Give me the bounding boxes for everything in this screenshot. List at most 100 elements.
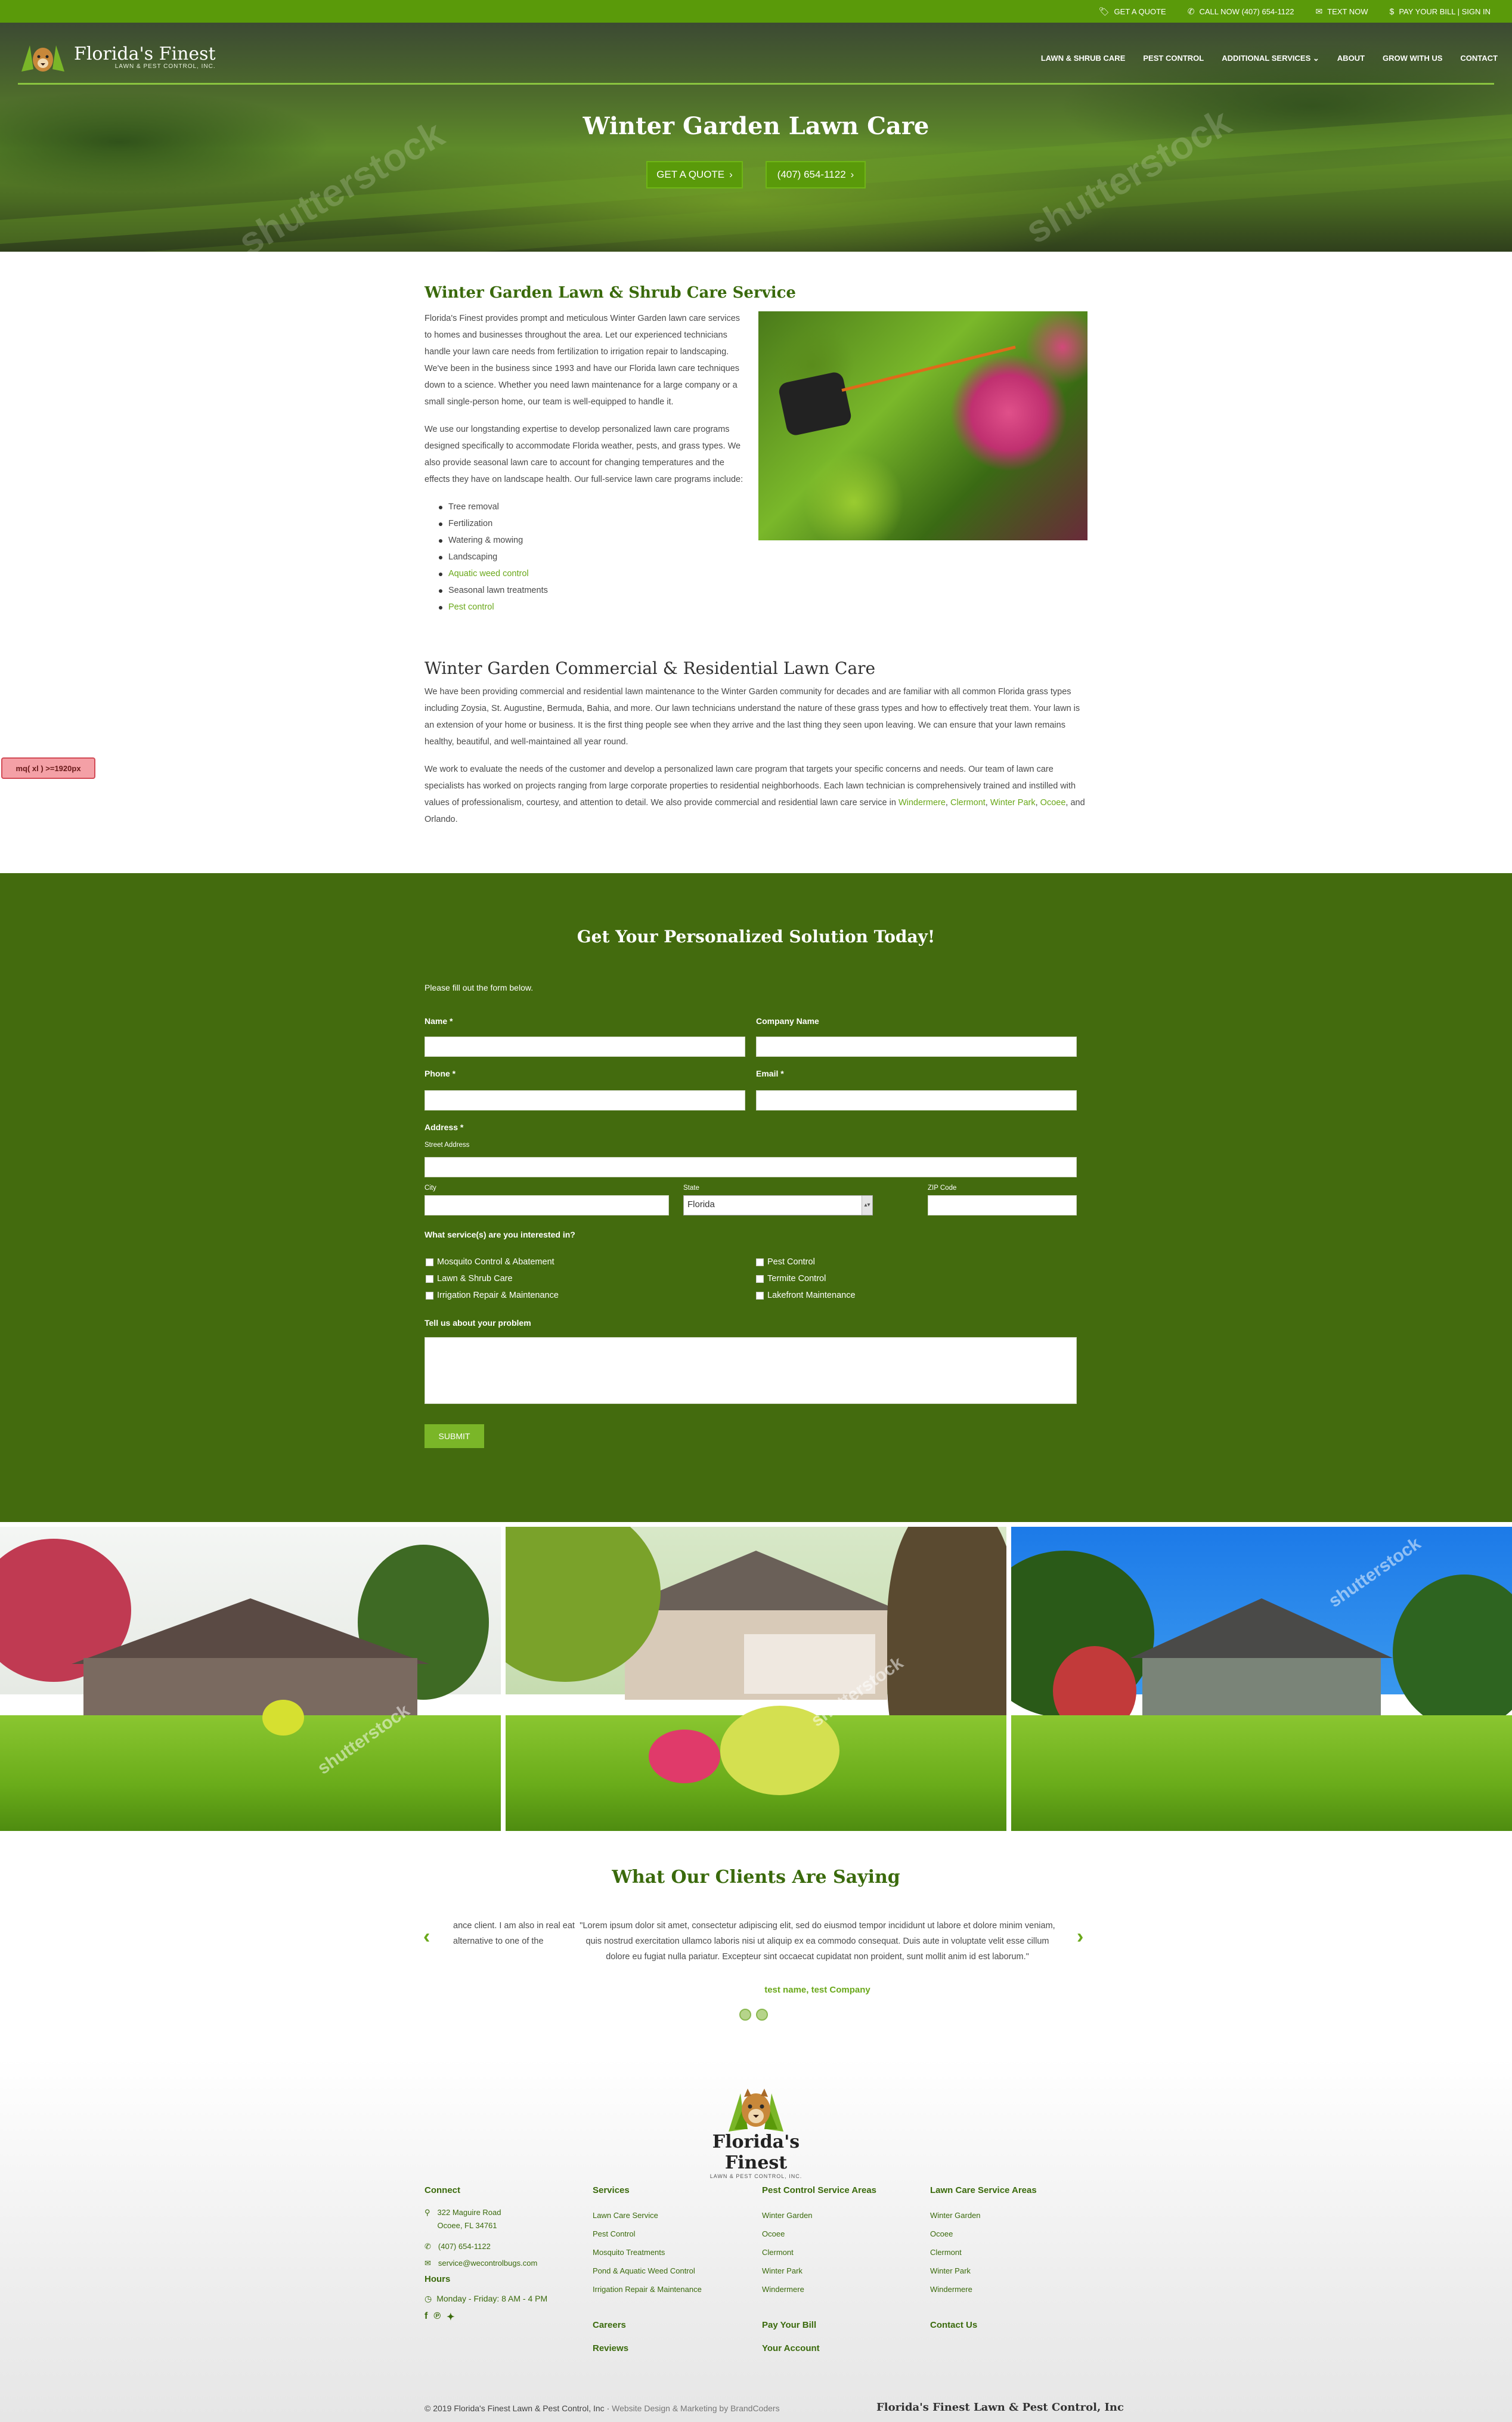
phone-field[interactable] (425, 1090, 745, 1111)
testimonial-quote: "Lorem ipsum dolor sit amet, consectetur… (580, 1921, 1055, 1962)
footer-link[interactable]: Windermere (762, 2280, 929, 2299)
site-logo[interactable]: Florida's Finest LAWN & PEST CONTROL, IN… (18, 39, 216, 75)
nav-lawn-shrub-care[interactable]: LAWN & SHRUB CARE (1041, 54, 1126, 63)
problem-textarea[interactable] (425, 1337, 1077, 1404)
footer-account-link[interactable]: Your Account (762, 2343, 929, 2353)
checkbox-irrigation[interactable]: Irrigation Repair & Maintenance (426, 1291, 559, 1300)
tag-icon: 🏷 (1098, 6, 1110, 16)
nav-contact[interactable]: CONTACT (1460, 54, 1498, 63)
credit-link[interactable]: Website Design & Marketing by BrandCoder… (612, 2404, 779, 2413)
footer-phone[interactable]: ✆ (407) 654-1122 (425, 2242, 591, 2251)
name-label: Name * (425, 1016, 453, 1026)
footer-services: Services Lawn Care Service Pest Control … (593, 2185, 760, 2353)
name-field[interactable] (425, 1037, 745, 1057)
paragraph: We use our longstanding expertise to dev… (425, 425, 743, 484)
link-clermont[interactable]: Clermont (950, 798, 986, 808)
form-title: Get Your Personalized Solution Today! (577, 927, 935, 946)
footer-link[interactable]: Pond & Aquatic Weed Control (593, 2262, 760, 2280)
footer-link[interactable]: Clermont (930, 2243, 1097, 2262)
house (1142, 1658, 1381, 1724)
checkbox[interactable] (756, 1275, 764, 1283)
hero-banner: shutterstock shutterstock Florida's Fine… (0, 23, 1512, 252)
footer-link[interactable]: Ocoee (930, 2225, 1097, 2243)
footer-link[interactable]: Irrigation Repair & Maintenance (593, 2280, 760, 2299)
nav-pest-control[interactable]: PEST CONTROL (1143, 54, 1204, 63)
nav-additional-services[interactable]: ADDITIONAL SERVICES ⌄ (1222, 54, 1319, 63)
footer-link[interactable]: Winter Garden (930, 2206, 1097, 2225)
nav-grow-with-us[interactable]: GROW WITH US (1383, 54, 1442, 63)
footer-link[interactable]: Winter Park (762, 2262, 929, 2280)
footer-careers-link[interactable]: Careers (593, 2320, 760, 2330)
footer-link[interactable]: Ocoee (762, 2225, 929, 2243)
checkbox[interactable] (756, 1291, 764, 1300)
footer-heading: Lawn Care Service Areas (930, 2185, 1037, 2195)
footer-pay-bill-link[interactable]: Pay Your Bill (762, 2320, 929, 2330)
footer-link[interactable]: Clermont (762, 2243, 929, 2262)
hero-phone-button[interactable]: (407) 654-1122 › (766, 161, 866, 188)
footer-link[interactable]: Mosquito Treatments (593, 2243, 760, 2262)
address-label: Address * (425, 1122, 464, 1132)
footer-heading: Pest Control Service Areas (762, 2185, 877, 2195)
testimonial-prev-arrow-icon[interactable]: ‹ (423, 1925, 430, 1948)
footer-link[interactable]: Lawn Care Service (593, 2206, 760, 2225)
footer: Florida's Finest LAWN & PEST CONTROL, IN… (0, 2058, 1512, 2422)
footer-link[interactable]: Pest Control (593, 2225, 760, 2243)
checkbox-mosquito[interactable]: Mosquito Control & Abatement (426, 1257, 554, 1267)
footer-link[interactable]: Winter Garden (762, 2206, 929, 2225)
call-now-link[interactable]: ✆ CALL NOW (407) 654-1122 (1188, 7, 1294, 17)
company-field[interactable] (756, 1037, 1077, 1057)
testimonial-pagination (739, 2009, 768, 2021)
footer-contact-link[interactable]: Contact Us (930, 2320, 1097, 2330)
zip-field[interactable] (928, 1195, 1077, 1215)
testimonial-next-arrow-icon[interactable]: › (1077, 1925, 1083, 1948)
commercial-text: We have been providing commercial and re… (425, 683, 1087, 839)
link-windermere[interactable]: Windermere (898, 798, 946, 808)
submit-button[interactable]: SUBMIT (425, 1424, 484, 1448)
link-ocoee[interactable]: Ocoee (1040, 798, 1066, 808)
facebook-icon[interactable]: f (425, 2311, 427, 2323)
state-select[interactable]: Florida ▴▾ (683, 1195, 873, 1215)
checkbox-lawn-shrub[interactable]: Lawn & Shrub Care (426, 1274, 513, 1283)
checkbox-pest-control[interactable]: Pest Control (756, 1257, 815, 1267)
checkbox-termite[interactable]: Termite Control (756, 1274, 826, 1283)
phone-icon: ✆ (1187, 6, 1195, 16)
text-now-link[interactable]: ✉ TEXT NOW (1315, 7, 1368, 17)
footer-brand-right: Florida's Finest Lawn & Pest Control, In… (876, 2401, 1124, 2414)
footer-link[interactable]: Windermere (930, 2280, 1097, 2299)
link-winter-park[interactable]: Winter Park (990, 798, 1036, 808)
email-label: Email * (756, 1069, 784, 1078)
street-field[interactable] (425, 1157, 1077, 1177)
city-field[interactable] (425, 1195, 669, 1215)
dollar-icon: $ (1389, 7, 1395, 16)
street-label: Street Address (425, 1142, 470, 1149)
footer-reviews-link[interactable]: Reviews (593, 2343, 760, 2353)
pay-bill-link[interactable]: $ PAY YOUR BILL | SIGN IN (1390, 7, 1491, 16)
list-item-link[interactable]: Aquatic weed control (439, 565, 746, 582)
checkbox-lakefront[interactable]: Lakefront Maintenance (756, 1291, 856, 1300)
pagination-dot[interactable] (739, 2009, 751, 2021)
section-heading: Winter Garden Commercial & Residential L… (425, 658, 876, 678)
footer-address: ⚲ 322 Maguire Road Ocoee, FL 34761 (425, 2206, 591, 2232)
flowers (649, 1730, 720, 1783)
nav-about[interactable]: ABOUT (1337, 54, 1365, 63)
list-item-link[interactable]: Pest control (439, 599, 746, 615)
get-quote-link[interactable]: 🏷 GET A QUOTE (1099, 7, 1166, 17)
pagination-dot[interactable] (756, 2009, 768, 2021)
pinterest-icon[interactable]: ℗ (433, 2311, 441, 2323)
shrub (262, 1700, 304, 1736)
twitter-icon[interactable]: ✦ (447, 2311, 454, 2323)
chevron-down-icon: ⌄ (1312, 54, 1319, 63)
footer-brand-tagline: LAWN & PEST CONTROL, INC. (709, 2173, 803, 2179)
footer-logo[interactable]: Florida's Finest LAWN & PEST CONTROL, IN… (692, 2081, 820, 2179)
hero-quote-button[interactable]: GET A QUOTE › (646, 161, 743, 188)
footer-email[interactable]: ✉ service@wecontrolbugs.com (425, 2259, 591, 2268)
phone-icon: ✆ (425, 2242, 431, 2251)
footer-link[interactable]: Winter Park (930, 2262, 1097, 2280)
list-item: Watering & mowing (439, 532, 746, 549)
checkbox[interactable] (426, 1258, 433, 1266)
checkbox[interactable] (426, 1275, 433, 1283)
map-pin-icon: ⚲ (425, 2208, 430, 2217)
checkbox[interactable] (756, 1258, 764, 1266)
checkbox[interactable] (426, 1291, 433, 1300)
email-field[interactable] (756, 1090, 1077, 1111)
